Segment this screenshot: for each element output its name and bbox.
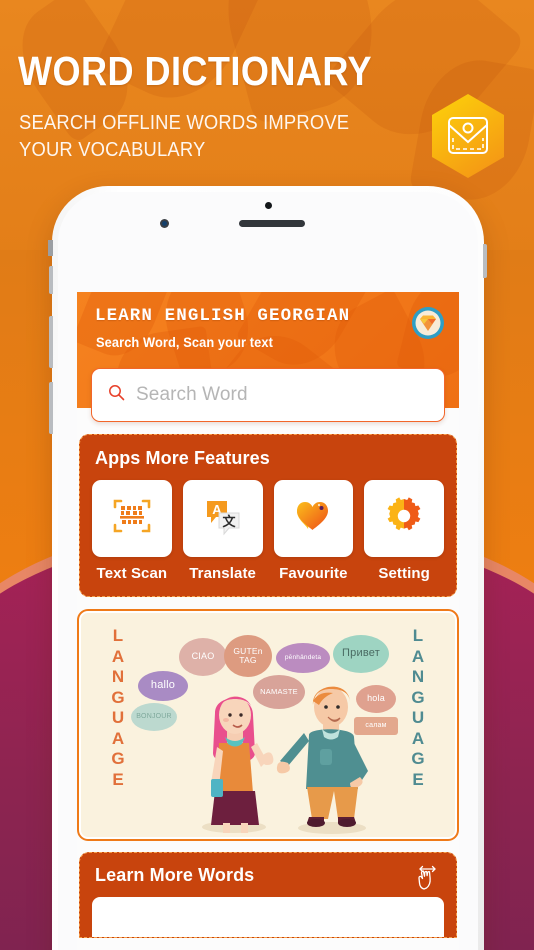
app-subtitle: Search Word, Scan your text bbox=[96, 335, 273, 350]
promo-header: WORD DICTIONARY SEARCH OFFLINE WORDS IMP… bbox=[0, 0, 534, 195]
promo-subtitle-line2: YOUR VOCABULARY bbox=[19, 139, 206, 161]
screenshot-root: WORD DICTIONARY SEARCH OFFLINE WORDS IMP… bbox=[0, 0, 534, 950]
features-row: Text Scan A 文 Translate Favourite Settin… bbox=[92, 480, 444, 582]
translate-icon: A 文 bbox=[202, 495, 244, 542]
promo-subtitle: SEARCH OFFLINE WORDS IMPROVE YOUR VOCABU… bbox=[19, 110, 349, 164]
feature-label: Favourite bbox=[279, 565, 348, 582]
feature-text-scan[interactable]: Text Scan bbox=[92, 480, 172, 582]
illustration-word-right: LANGUAGE bbox=[411, 626, 425, 789]
feature-label: Text Scan bbox=[96, 565, 168, 582]
promo-subtitle-line1: SEARCH OFFLINE WORDS IMPROVE bbox=[19, 112, 350, 134]
language-illustration: LANGUAGE LANGUAGE hallo CIAO GUTEn TAG B… bbox=[79, 611, 457, 839]
search-bar[interactable]: Search Word bbox=[91, 368, 445, 422]
phone-frame-accent bbox=[48, 240, 53, 256]
feature-tile[interactable] bbox=[273, 480, 354, 557]
swipe-hand-icon bbox=[414, 862, 440, 897]
phone-frame: LEARN ENGLISH GEORGIAN Search Word, Scan… bbox=[48, 186, 487, 950]
character-woman bbox=[202, 696, 274, 833]
heart-icon bbox=[292, 495, 334, 542]
phone-bezel: LEARN ENGLISH GEORGIAN Search Word, Scan… bbox=[58, 192, 478, 950]
speech-bubble: hallo bbox=[138, 671, 188, 701]
search-input[interactable]: Search Word bbox=[136, 384, 248, 406]
qr-scan-icon bbox=[111, 495, 153, 542]
feature-translate[interactable]: A 文 Translate bbox=[182, 480, 263, 582]
search-icon bbox=[108, 384, 125, 406]
app-title: LEARN ENGLISH GEORGIAN bbox=[95, 306, 351, 326]
front-camera-icon bbox=[160, 219, 169, 228]
app-body: Apps More Features Text Scan A 文 Transla… bbox=[77, 408, 459, 950]
proximity-sensor-icon bbox=[265, 202, 272, 209]
character-man bbox=[276, 686, 368, 834]
feature-tile[interactable] bbox=[92, 480, 172, 557]
envelope-pouch-icon bbox=[428, 92, 508, 180]
promo-title: WORD DICTIONARY bbox=[18, 48, 373, 94]
gem-badge-icon[interactable] bbox=[411, 306, 445, 340]
speech-bubble: Привет bbox=[333, 635, 389, 673]
phone-volume-up-button[interactable] bbox=[49, 316, 53, 368]
gear-icon bbox=[383, 495, 425, 542]
feature-tile[interactable]: A 文 bbox=[182, 480, 263, 557]
learn-more-title: Learn More Words bbox=[95, 865, 255, 885]
svg-text:文: 文 bbox=[222, 514, 236, 530]
feature-label: Setting bbox=[378, 565, 430, 582]
feature-tile[interactable] bbox=[364, 480, 444, 557]
app-screen: LEARN ENGLISH GEORGIAN Search Word, Scan… bbox=[77, 292, 459, 950]
speech-bubble: GUTEn TAG bbox=[224, 635, 272, 677]
speech-bubble: pēnhǎndeta bbox=[276, 643, 330, 673]
feature-favourite[interactable]: Favourite bbox=[273, 480, 354, 582]
learn-more-card[interactable] bbox=[92, 897, 444, 937]
phone-power-button[interactable] bbox=[483, 244, 487, 278]
learn-more-panel: Learn More Words bbox=[79, 852, 457, 938]
feature-label: Translate bbox=[189, 565, 257, 582]
feature-setting[interactable]: Setting bbox=[364, 480, 444, 582]
speech-bubble: BONJOUR bbox=[131, 703, 177, 731]
features-title: Apps More Features bbox=[95, 448, 270, 468]
phone-volume-down-button[interactable] bbox=[49, 382, 53, 434]
illustration-word-left: LANGUAGE bbox=[111, 626, 125, 789]
speech-bubble: CIAO bbox=[179, 638, 227, 676]
earpiece-speaker-icon bbox=[239, 220, 305, 227]
phone-silent-switch[interactable] bbox=[49, 266, 53, 294]
features-panel: Apps More Features Text Scan A 文 Transla… bbox=[79, 434, 457, 597]
